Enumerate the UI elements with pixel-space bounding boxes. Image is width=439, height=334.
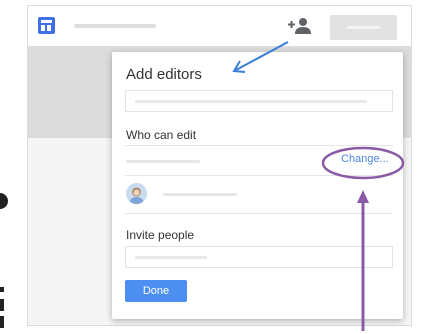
- who-can-edit-label: Who can edit: [126, 128, 197, 142]
- divider: [125, 145, 393, 146]
- divider: [125, 213, 393, 214]
- field-placeholder-line: [135, 100, 367, 103]
- share-button[interactable]: [330, 15, 397, 40]
- invite-people-label: Invite people: [126, 228, 195, 242]
- invite-people-field[interactable]: [125, 246, 393, 268]
- edge-glyph: [0, 287, 4, 292]
- edge-glyph: [0, 316, 4, 328]
- add-person-icon[interactable]: [287, 17, 311, 35]
- document-title-placeholder: [74, 24, 156, 28]
- screenshot-stage: Add editors Who can edit Change... Invit…: [0, 0, 439, 334]
- user-name-placeholder-line: [163, 193, 237, 196]
- field-placeholder-line: [135, 256, 207, 259]
- editor-search-field[interactable]: [125, 90, 393, 112]
- sheets-app-icon[interactable]: [38, 17, 55, 34]
- done-button[interactable]: Done: [125, 280, 187, 302]
- avatar-icon: [126, 183, 147, 204]
- app-toolbar: [28, 6, 411, 46]
- user-avatar: [126, 183, 147, 204]
- dialog-title: Add editors: [126, 66, 202, 83]
- change-link[interactable]: Change...: [341, 153, 389, 165]
- owner-placeholder-line: [126, 160, 200, 163]
- edge-glyph: [0, 299, 4, 311]
- edge-glyph: [0, 193, 8, 209]
- divider: [125, 175, 393, 176]
- add-editors-dialog: Add editors Who can edit Change... Invit…: [112, 52, 403, 319]
